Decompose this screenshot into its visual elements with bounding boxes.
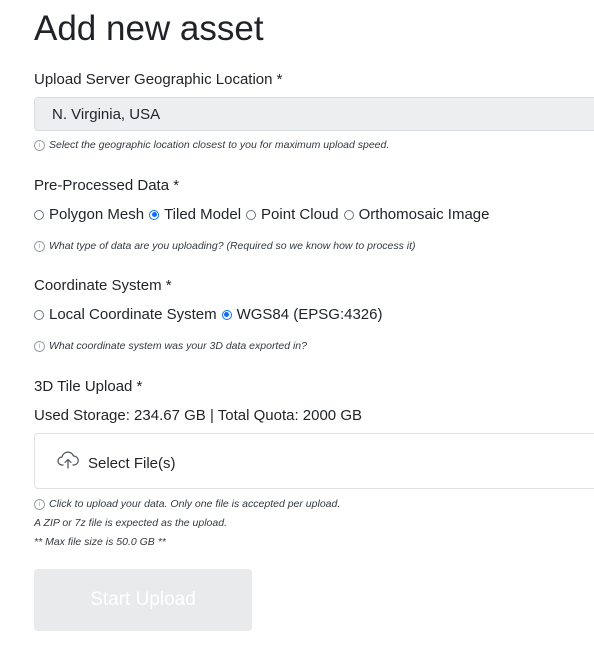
coord-system-label: Coordinate System * [34, 277, 172, 294]
radio-local-coordinate-system[interactable]: Local Coordinate System [34, 306, 217, 323]
location-select-value: N. Virginia, USA [52, 106, 161, 123]
radio-button[interactable] [343, 209, 354, 220]
radio-label: Polygon Mesh [49, 206, 145, 223]
info-icon: i [34, 139, 45, 151]
max-size-note: ** Max file size is 50.0 GB ** [34, 536, 166, 548]
info-icon: i [34, 498, 45, 510]
radio-label: Tiled Model [164, 206, 242, 223]
upload-hint-text: Click to upload your data. Only one file… [49, 498, 341, 510]
format-note: A ZIP or 7z file is expected as the uplo… [34, 517, 227, 529]
info-icon: i [34, 240, 45, 252]
data-type-label: Pre-Processed Data * [34, 177, 180, 194]
upload-label: 3D Tile Upload * [34, 378, 143, 395]
cloud-upload-icon [57, 451, 79, 474]
coord-system-hint-text: What coordinate system was your 3D data … [49, 340, 307, 352]
radio-wgs84[interactable]: WGS84 (EPSG:4326) [221, 306, 383, 323]
start-upload-button[interactable]: Start Upload [34, 569, 252, 631]
file-upload-dropzone[interactable]: Select File(s) [34, 433, 594, 489]
coord-system-hint: i What coordinate system was your 3D dat… [34, 340, 307, 352]
radio-button-checked[interactable] [221, 309, 232, 320]
data-type-hint-text: What type of data are you uploading? (Re… [49, 240, 416, 252]
upload-hint: i Click to upload your data. Only one fi… [34, 498, 340, 510]
data-type-radio-group: Polygon Mesh Tiled Model Point Cloud Ort… [34, 206, 495, 223]
radio-tiled-model[interactable]: Tiled Model [149, 206, 241, 223]
location-select[interactable]: N. Virginia, USA [34, 97, 594, 131]
radio-button[interactable] [34, 309, 44, 320]
storage-info: Used Storage: 234.67 GB | Total Quota: 2… [34, 407, 362, 424]
location-hint: i Select the geographic location closest… [34, 139, 389, 151]
select-files-label: Select File(s) [88, 455, 176, 472]
radio-orthomosaic-image[interactable]: Orthomosaic Image [343, 206, 490, 223]
radio-point-cloud[interactable]: Point Cloud [246, 206, 339, 223]
data-type-hint: i What type of data are you uploading? (… [34, 240, 416, 252]
info-icon: i [34, 340, 45, 352]
radio-label: Local Coordinate System [49, 306, 217, 323]
radio-polygon-mesh[interactable]: Polygon Mesh [34, 206, 144, 223]
radio-button[interactable] [246, 209, 257, 220]
radio-label: Point Cloud [261, 206, 339, 223]
coord-system-radio-group: Local Coordinate System WGS84 (EPSG:4326… [34, 306, 388, 323]
location-label: Upload Server Geographic Location * [34, 71, 283, 88]
radio-button-checked[interactable] [149, 209, 160, 220]
radio-label: WGS84 (EPSG:4326) [236, 306, 383, 323]
page-title: Add new asset [34, 9, 264, 48]
radio-label: Orthomosaic Image [358, 206, 490, 223]
location-hint-text: Select the geographic location closest t… [49, 139, 390, 151]
radio-button[interactable] [34, 209, 44, 220]
